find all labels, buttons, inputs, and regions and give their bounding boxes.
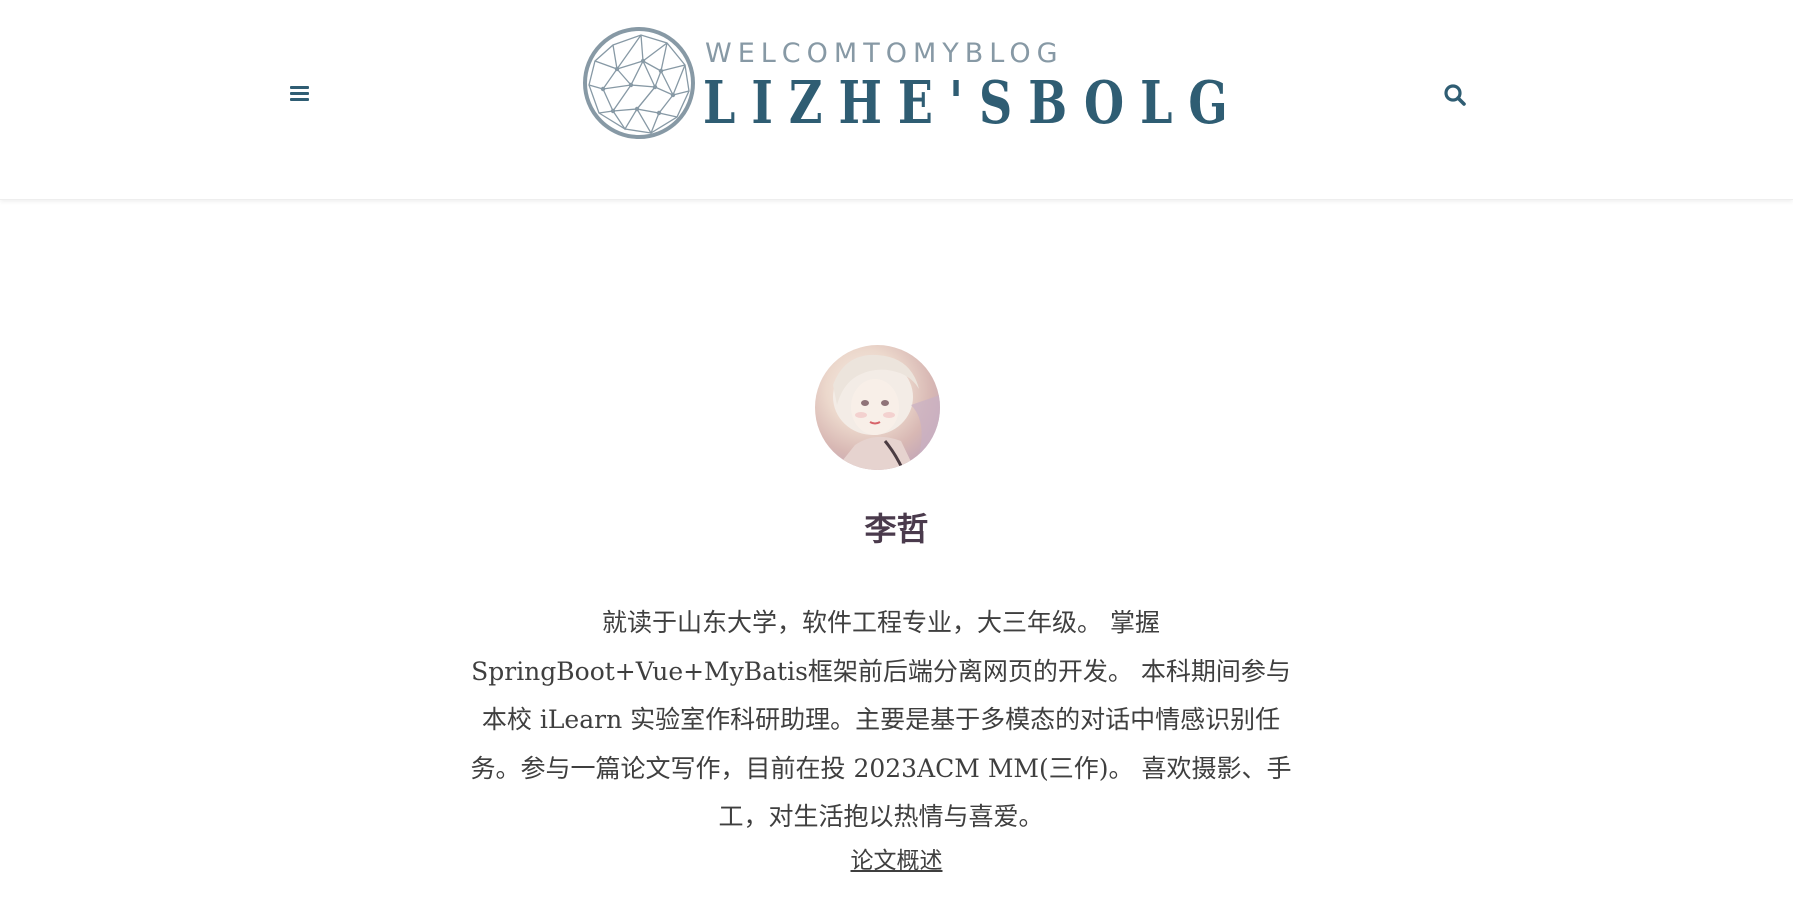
logo-title: LIZHE'SBOLG bbox=[703, 67, 1244, 137]
site-header: WELCOMTOMYBLOG LIZHE'SBOLG bbox=[0, 0, 1793, 200]
paper-summary-link[interactable]: 论文概述 bbox=[851, 848, 943, 874]
bio-line: 就读于山东大学，软件工程专业，大三年级。 掌握 bbox=[602, 608, 1160, 637]
bio-line: SpringBoot+Vue+MyBatis框架前后端分离网页的开发。 本科期间… bbox=[471, 656, 1291, 686]
logo-subtitle: WELCOMTOMYBLOG bbox=[705, 38, 1064, 69]
network-globe-icon bbox=[583, 27, 695, 139]
avatar bbox=[815, 345, 940, 470]
bio-line: 工，对生活抱以热情与喜爱。 bbox=[718, 802, 1044, 831]
profile-bio: 就读于山东大学，软件工程专业，大三年级。 掌握 SpringBoot+Vue+M… bbox=[436, 599, 1326, 842]
bio-line: 务。参与一篇论文写作，目前在投 2023ACM MM(三作)。 喜欢摄影、手 bbox=[470, 753, 1292, 783]
search-icon[interactable] bbox=[1442, 82, 1468, 108]
site-logo[interactable]: WELCOMTOMYBLOG LIZHE'SBOLG bbox=[581, 25, 1228, 145]
hamburger-menu-icon[interactable] bbox=[287, 83, 313, 107]
main-content: 李哲 就读于山东大学，软件工程专业，大三年级。 掌握 SpringBoot+Vu… bbox=[0, 199, 1793, 899]
paper-summary-link-wrapper: 论文概述 bbox=[0, 847, 1793, 877]
bio-line: 本校 iLearn 实验室作科研助理。主要是基于多模态的对话中情感识别任 bbox=[481, 705, 1281, 734]
profile-name: 李哲 bbox=[864, 510, 929, 548]
